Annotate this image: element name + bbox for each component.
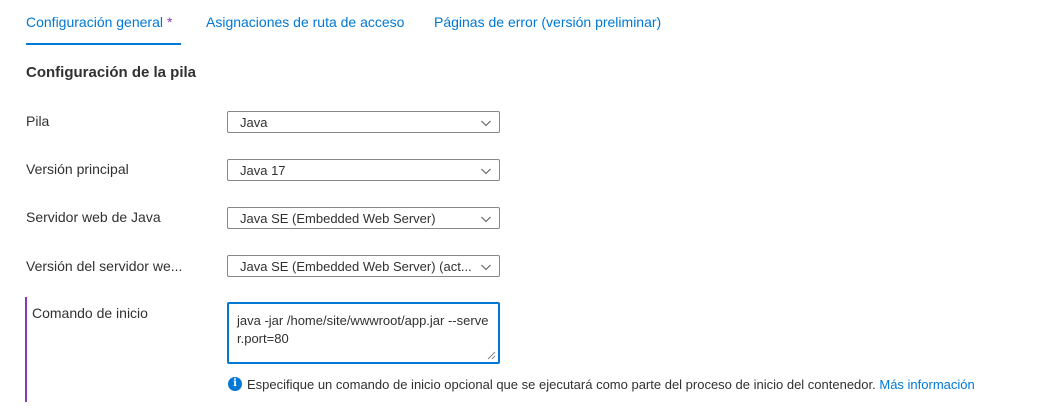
startup-command-hint: Especifique un comando de inicio opciona… — [247, 377, 975, 392]
tab-general-settings[interactable]: Configuración general * — [26, 14, 172, 30]
chevron-down-icon — [481, 264, 491, 271]
web-server-version-value: Java SE (Embedded Web Server) (act... — [240, 259, 472, 274]
chevron-down-icon — [481, 168, 491, 175]
tab-bar: Configuración general * Asignaciones de r… — [0, 0, 1046, 46]
resize-handle-icon[interactable] — [487, 351, 496, 360]
section-title: Configuración de la pila — [26, 64, 197, 81]
major-version-value: Java 17 — [240, 163, 286, 178]
modified-field-indicator — [25, 297, 27, 402]
major-version-label: Versión principal — [26, 161, 129, 177]
startup-command-label: Comando de inicio — [32, 305, 148, 321]
web-server-version-dropdown[interactable]: Java SE (Embedded Web Server) (act... — [227, 255, 500, 277]
tab-error-pages[interactable]: Páginas de error (versión preliminar) — [434, 14, 661, 30]
tab-label: Asignaciones de ruta de acceso — [206, 14, 405, 30]
modified-indicator: * — [166, 14, 173, 30]
stack-value: Java — [240, 115, 268, 130]
tab-label: Páginas de error (versión preliminar) — [434, 14, 662, 30]
learn-more-link[interactable]: Más información — [879, 377, 974, 392]
web-server-label: Servidor web de Java — [26, 209, 161, 225]
chevron-down-icon — [481, 120, 491, 127]
startup-command-value: java -jar /home/site/wwwroot/app.jar --s… — [237, 313, 489, 346]
major-version-dropdown[interactable]: Java 17 — [227, 159, 500, 181]
active-tab-underline — [26, 43, 181, 45]
tab-path-mappings[interactable]: Asignaciones de ruta de acceso — [206, 14, 404, 30]
web-server-value: Java SE (Embedded Web Server) — [240, 211, 436, 226]
tab-label: Configuración general — [26, 14, 163, 30]
info-icon: i — [228, 377, 242, 391]
startup-command-textarea[interactable]: java -jar /home/site/wwwroot/app.jar --s… — [227, 302, 500, 364]
web-server-dropdown[interactable]: Java SE (Embedded Web Server) — [227, 207, 500, 229]
web-server-version-label: Versión del servidor we... — [26, 258, 183, 274]
stack-dropdown[interactable]: Java — [227, 111, 500, 133]
chevron-down-icon — [481, 216, 491, 223]
stack-label: Pila — [26, 113, 50, 129]
hint-text: Especifique un comando de inicio opciona… — [247, 377, 876, 392]
